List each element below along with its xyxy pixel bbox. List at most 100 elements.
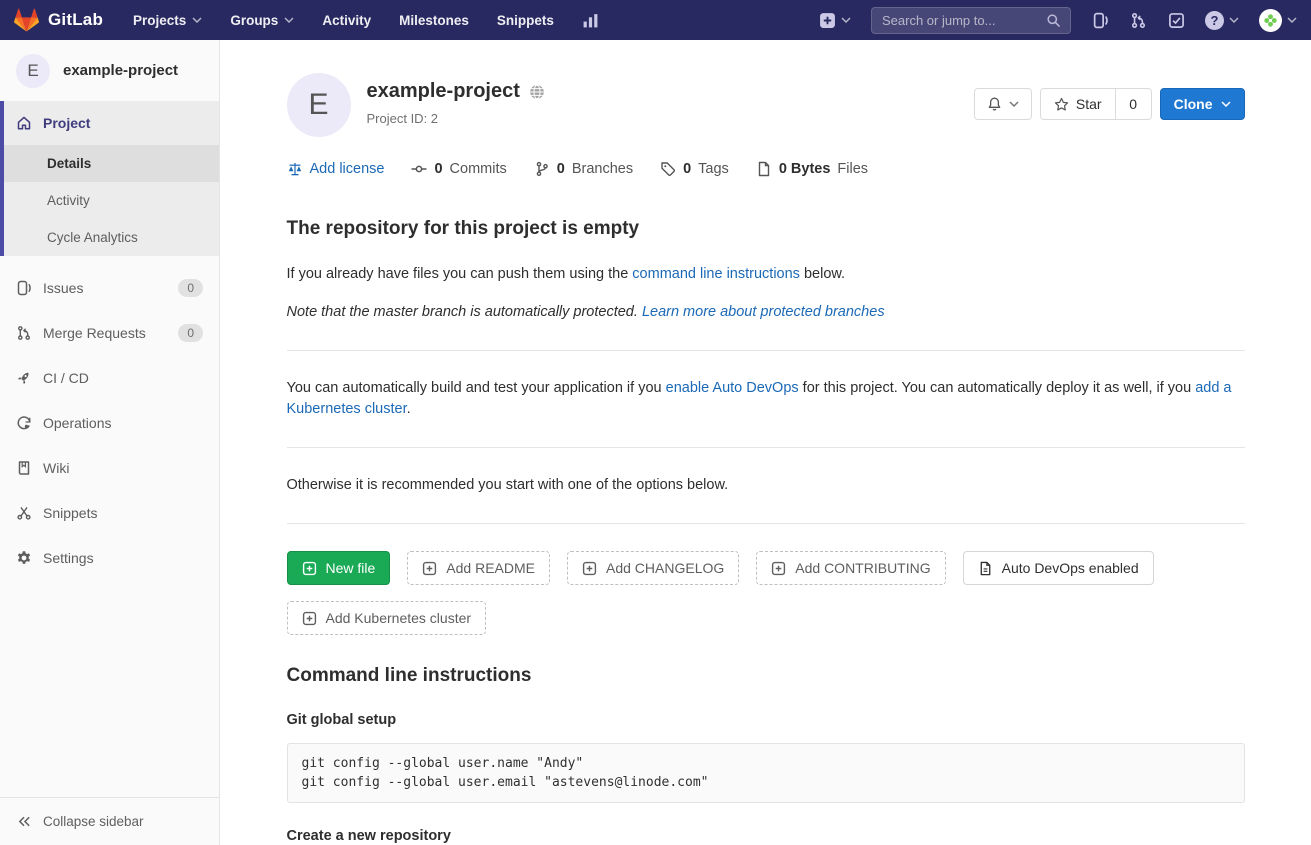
chevron-down-icon — [284, 17, 294, 23]
sidebar-item-ci-cd[interactable]: CI / CD — [0, 355, 219, 400]
enable-auto-devops-link[interactable]: enable Auto DevOps — [666, 380, 799, 396]
sidebar-item-issues[interactable]: Issues 0 — [0, 265, 219, 310]
sidebar-subitem-cycle-analytics[interactable]: Cycle Analytics — [4, 219, 219, 256]
merge-request-icon — [16, 325, 32, 341]
global-search[interactable] — [871, 7, 1071, 34]
text-segment: Note that the master branch is automatic… — [287, 304, 642, 320]
plus-square-icon — [422, 561, 437, 576]
commits-stat[interactable]: 0 Commits — [411, 161, 506, 177]
star-icon — [1054, 97, 1069, 112]
sidebar-item-operations-label: Operations — [43, 415, 111, 431]
collapse-double-chevron-icon — [17, 814, 32, 829]
new-file-label: New file — [326, 560, 376, 576]
tag-icon — [660, 161, 676, 177]
otherwise-text: Otherwise it is recommended you start wi… — [287, 475, 1245, 496]
project-title: example-project — [367, 80, 520, 103]
new-file-button[interactable]: New file — [287, 551, 391, 585]
sidebar-item-project-label: Project — [43, 115, 90, 131]
globe-icon — [529, 84, 545, 100]
sidebar-item-operations[interactable]: Operations — [0, 400, 219, 445]
commit-icon — [411, 161, 427, 177]
star-button[interactable]: Star — [1040, 88, 1116, 120]
collapse-sidebar-label: Collapse sidebar — [43, 814, 144, 829]
notifications-button[interactable] — [974, 88, 1032, 120]
sidebar-subitem-activity[interactable]: Activity — [4, 182, 219, 219]
quick-actions-row-2: Add Kubernetes cluster — [287, 601, 1245, 635]
project-stats: Add license 0 Commits 0 Branches — [287, 161, 1245, 177]
sidebar-subitem-details[interactable]: Details — [4, 145, 219, 182]
nav-groups[interactable]: Groups — [230, 13, 294, 28]
add-kubernetes-cluster-label: Add Kubernetes cluster — [326, 610, 472, 626]
new-menu-button[interactable] — [819, 12, 851, 29]
main-content: E example-project Project ID: 2 Star — [220, 40, 1311, 845]
merge-requests-count-badge: 0 — [178, 324, 203, 342]
nav-activity-label: Activity — [322, 13, 371, 28]
user-menu[interactable] — [1259, 9, 1297, 32]
branches-stat[interactable]: 0 Branches — [534, 161, 633, 177]
sidebar-item-wiki[interactable]: Wiki — [0, 445, 219, 490]
sidebar-item-merge-requests-label: Merge Requests — [43, 325, 146, 341]
files-label: Files — [837, 161, 868, 177]
issues-icon — [16, 280, 32, 296]
issues-dashboard-icon[interactable] — [1091, 11, 1109, 29]
git-global-setup-code[interactable]: git config --global user.name "Andy" git… — [287, 743, 1245, 803]
branch-icon — [534, 161, 550, 177]
nav-snippets[interactable]: Snippets — [497, 13, 554, 28]
scissors-icon — [16, 505, 32, 521]
git-global-setup-heading: Git global setup — [287, 712, 1245, 728]
sidebar-item-snippets[interactable]: Snippets — [0, 490, 219, 535]
nav-snippets-label: Snippets — [497, 13, 554, 28]
auto-devops-enabled-button[interactable]: Auto DevOps enabled — [963, 551, 1154, 585]
nav-activity[interactable]: Activity — [322, 13, 371, 28]
todos-icon[interactable] — [1167, 11, 1185, 29]
nav-projects[interactable]: Projects — [133, 13, 202, 28]
project-header: E example-project Project ID: 2 Star — [287, 73, 1245, 137]
add-readme-button[interactable]: Add README — [407, 551, 550, 585]
merge-requests-dashboard-icon[interactable] — [1129, 11, 1147, 29]
command-line-instructions-link[interactable]: command line instructions — [632, 266, 800, 282]
project-sidebar: E example-project Project Details Activi… — [0, 40, 220, 845]
sidebar-item-project[interactable]: Project — [4, 101, 219, 145]
tags-label: Tags — [698, 161, 729, 177]
sidebar-subitem-details-label: Details — [47, 156, 91, 171]
add-changelog-button[interactable]: Add CHANGELOG — [567, 551, 739, 585]
sidebar-subitem-cycle-analytics-label: Cycle Analytics — [47, 230, 138, 245]
tanuki-logo-icon — [14, 8, 39, 32]
sidebar-item-merge-requests[interactable]: Merge Requests 0 — [0, 310, 219, 355]
sidebar-section-project: Project Details Activity Cycle Analytics — [0, 101, 219, 256]
nav-milestones-label: Milestones — [399, 13, 469, 28]
divider — [287, 447, 1245, 448]
nav-milestones[interactable]: Milestones — [399, 13, 469, 28]
add-contributing-button[interactable]: Add CONTRIBUTING — [756, 551, 945, 585]
tags-stat[interactable]: 0 Tags — [660, 161, 729, 177]
search-input[interactable] — [882, 13, 1046, 28]
collapse-sidebar-button[interactable]: Collapse sidebar — [0, 797, 219, 845]
bar-chart-icon[interactable] — [582, 11, 600, 29]
add-changelog-label: Add CHANGELOG — [606, 560, 724, 576]
files-stat[interactable]: 0 Bytes Files — [756, 161, 868, 177]
star-count[interactable]: 0 — [1116, 88, 1152, 120]
text-segment: If you already have files you can push t… — [287, 266, 633, 282]
add-license-link[interactable]: Add license — [287, 161, 385, 177]
chevron-down-icon — [1221, 101, 1231, 107]
protected-branches-link[interactable]: Learn more about protected branches — [642, 304, 885, 320]
sidebar-project-context[interactable]: E example-project — [0, 40, 219, 101]
clone-button[interactable]: Clone — [1160, 88, 1245, 120]
sidebar-nav: Project Details Activity Cycle Analytics… — [0, 101, 219, 580]
user-avatar — [1259, 9, 1282, 32]
sidebar-item-settings[interactable]: Settings — [0, 535, 219, 580]
quick-actions-row-1: New file Add README Add CHANGELOG Add CO… — [287, 551, 1245, 585]
gitlab-home-link[interactable]: GitLab — [14, 8, 103, 32]
scale-icon — [287, 161, 303, 177]
project-avatar-small: E — [16, 54, 50, 88]
search-icon — [1046, 13, 1061, 28]
navbar-menu: Projects Groups Activity Milestones Snip… — [133, 11, 600, 29]
sidebar-item-snippets-label: Snippets — [43, 505, 97, 521]
star-group: Star 0 — [1040, 88, 1152, 120]
sidebar-project-name: example-project — [63, 62, 178, 79]
help-menu[interactable]: ? — [1205, 11, 1239, 30]
text-segment: below. — [800, 266, 845, 282]
operations-icon — [16, 415, 32, 431]
star-label: Star — [1076, 96, 1102, 112]
add-kubernetes-cluster-button[interactable]: Add Kubernetes cluster — [287, 601, 487, 635]
